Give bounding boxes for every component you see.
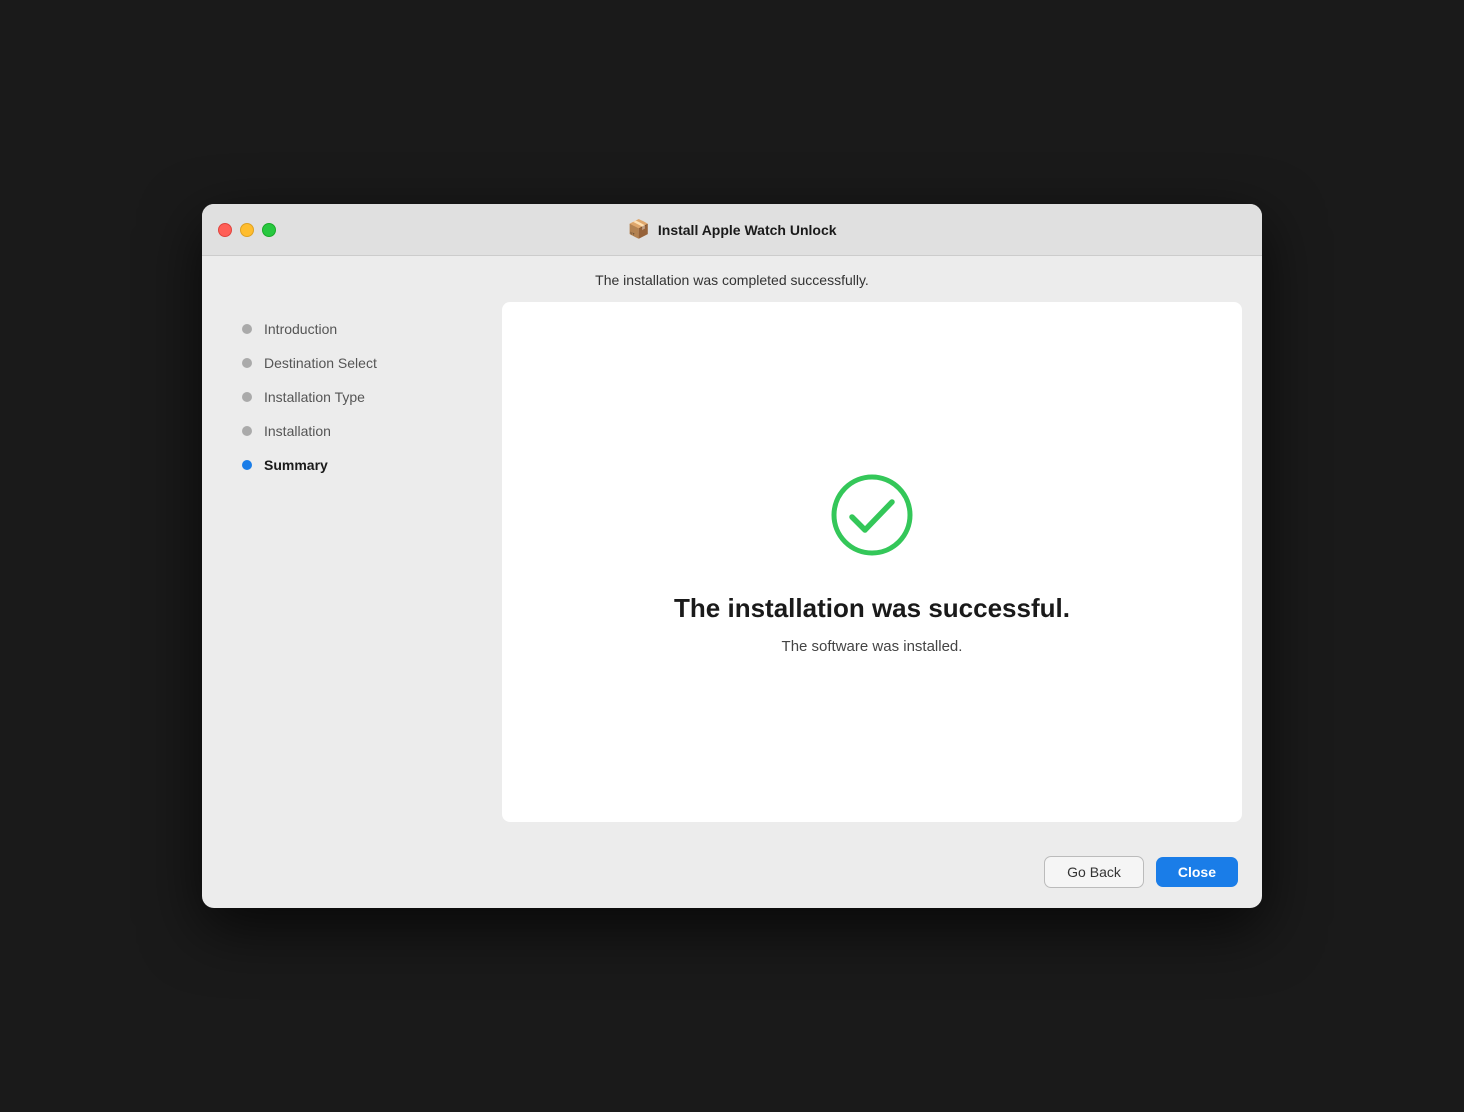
status-text: The installation was completed successfu… bbox=[595, 272, 869, 288]
window-title-text: Install Apple Watch Unlock bbox=[658, 222, 837, 238]
go-back-button[interactable]: Go Back bbox=[1044, 856, 1144, 888]
titlebar: 📦 Install Apple Watch Unlock bbox=[202, 204, 1262, 256]
sidebar-label-destination-select: Destination Select bbox=[264, 355, 377, 371]
main-content: Introduction Destination Select Installa… bbox=[202, 302, 1262, 842]
status-bar: The installation was completed successfu… bbox=[202, 256, 1262, 302]
sidebar: Introduction Destination Select Installa… bbox=[222, 302, 502, 822]
success-title: The installation was successful. bbox=[674, 593, 1070, 624]
minimize-button[interactable] bbox=[240, 223, 254, 237]
sidebar-item-installation: Installation bbox=[222, 414, 502, 448]
sidebar-label-introduction: Introduction bbox=[264, 321, 337, 337]
package-icon: 📦 bbox=[627, 219, 649, 240]
success-checkmark-icon bbox=[827, 470, 917, 560]
content-panel: The installation was successful. The sof… bbox=[502, 302, 1242, 822]
footer: Go Back Close bbox=[202, 842, 1262, 908]
sidebar-label-installation-type: Installation Type bbox=[264, 389, 365, 405]
sidebar-dot-summary bbox=[242, 460, 252, 470]
close-button-footer[interactable]: Close bbox=[1156, 857, 1238, 887]
sidebar-label-summary: Summary bbox=[264, 457, 328, 473]
sidebar-item-installation-type: Installation Type bbox=[222, 380, 502, 414]
sidebar-label-installation: Installation bbox=[264, 423, 331, 439]
sidebar-item-destination-select: Destination Select bbox=[222, 346, 502, 380]
sidebar-item-introduction: Introduction bbox=[222, 312, 502, 346]
sidebar-dot-installation-type bbox=[242, 392, 252, 402]
maximize-button[interactable] bbox=[262, 223, 276, 237]
success-subtitle: The software was installed. bbox=[782, 638, 963, 655]
window-title: 📦 Install Apple Watch Unlock bbox=[627, 219, 836, 240]
installer-window: 📦 Install Apple Watch Unlock The install… bbox=[202, 204, 1262, 908]
success-icon-container bbox=[827, 470, 917, 565]
sidebar-dot-destination-select bbox=[242, 358, 252, 368]
traffic-lights bbox=[218, 223, 276, 237]
sidebar-dot-installation bbox=[242, 426, 252, 436]
close-button[interactable] bbox=[218, 223, 232, 237]
sidebar-dot-introduction bbox=[242, 324, 252, 334]
sidebar-item-summary: Summary bbox=[222, 448, 502, 482]
